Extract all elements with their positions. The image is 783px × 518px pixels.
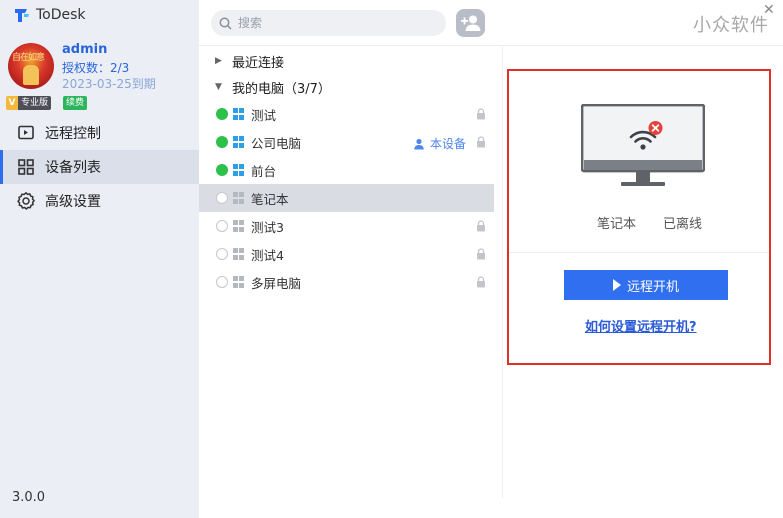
offline-status-icon (216, 276, 228, 288)
device-name: 测试4 (251, 247, 284, 263)
caret-right-icon: ▶ (215, 56, 222, 66)
column-divider (502, 47, 503, 498)
search-input[interactable] (238, 16, 438, 30)
device-tree: ▶ 最近连接 ▼ 我的电脑（3/7） 测试 公司电脑 本设备 前台 笔记本 测试… (199, 48, 502, 296)
watermark: 小众软件 (693, 15, 769, 36)
nav-label: 设备列表 (45, 160, 101, 176)
device-item[interactable]: 测试4 (199, 240, 502, 268)
windows-icon (233, 276, 245, 288)
lock-icon (477, 136, 485, 148)
detail-device-name: 笔记本 (597, 217, 637, 232)
device-name: 笔记本 (251, 191, 289, 207)
add-contact-button[interactable] (456, 9, 485, 37)
group-my-devices[interactable]: ▼ 我的电脑（3/7） (199, 74, 502, 100)
windows-icon (233, 164, 245, 176)
device-name: 测试 (251, 107, 277, 123)
nav-label: 高级设置 (45, 194, 101, 210)
close-icon[interactable]: ✕ (763, 2, 775, 18)
nav-menu: 远程控制 设备列表 高级设置 (0, 116, 199, 218)
detail-divider (509, 252, 769, 253)
device-item[interactable]: 多屏电脑 (199, 268, 502, 296)
nav-item-remote-control[interactable]: 远程控制 (0, 116, 199, 150)
person-icon (414, 138, 424, 149)
device-item[interactable]: 公司电脑 本设备 (199, 128, 502, 156)
avatar-figure (23, 65, 39, 85)
avatar[interactable]: 自在如意 (8, 43, 54, 89)
todesk-logo-icon (15, 9, 29, 22)
remote-wake-help-link[interactable]: 如何设置远程开机? (585, 316, 697, 335)
device-item[interactable]: 测试3 (199, 212, 502, 240)
app-title: ToDesk (14, 6, 86, 24)
app-name: ToDesk (36, 7, 86, 23)
device-name: 前台 (251, 163, 277, 179)
auth-count: 授权数：2/3 (62, 61, 130, 75)
device-detail-panel: 笔记本 已离线 远程开机 如何设置远程开机? (507, 69, 771, 365)
group-label: 最近连接 (232, 55, 285, 71)
lock-icon (477, 248, 485, 260)
vip-icon: V (6, 96, 18, 110)
offline-monitor-icon (581, 104, 705, 186)
pro-badge: V 专业版 (6, 96, 52, 110)
device-name: 公司电脑 (251, 135, 302, 151)
device-name: 多屏电脑 (251, 275, 302, 291)
expire-date: 2023-03-25到期 (62, 77, 156, 91)
windows-icon (233, 136, 245, 148)
lock-icon (477, 276, 485, 288)
search-icon (219, 17, 232, 30)
add-user-icon (460, 15, 480, 31)
windows-icon (233, 108, 245, 120)
device-item[interactable]: 测试 (199, 100, 502, 128)
nav-item-advanced-settings[interactable]: 高级设置 (0, 184, 199, 218)
pro-badge-label: 专业版 (18, 96, 52, 110)
online-status-icon (216, 164, 228, 176)
remote-wake-button[interactable]: 远程开机 (564, 270, 728, 300)
windows-icon (233, 220, 245, 232)
group-label: 我的电脑（3/7） (232, 81, 331, 97)
this-device-label: 本设备 (430, 137, 467, 151)
device-name: 测试3 (251, 219, 284, 235)
nav-item-device-list[interactable]: 设备列表 (0, 150, 199, 184)
version-label: 3.0.0 (12, 490, 46, 505)
grid-icon (16, 157, 36, 177)
offline-status-icon (216, 220, 228, 232)
caret-down-icon: ▼ (215, 82, 222, 92)
this-device-tag: 本设备 (413, 135, 466, 152)
device-item[interactable]: 前台 (199, 156, 502, 184)
sidebar: ToDesk 自在如意 admin 授权数：2/3 2023-03-25到期 V… (0, 0, 199, 518)
renew-button[interactable]: 续费 (63, 96, 88, 110)
windows-icon (233, 248, 245, 260)
remote-control-icon (16, 123, 36, 143)
lock-icon (477, 108, 485, 120)
online-status-icon (216, 108, 228, 120)
offline-status-icon (216, 192, 228, 204)
group-recent[interactable]: ▶ 最近连接 (199, 48, 502, 74)
avatar-lettering: 自在如意 (12, 53, 45, 63)
remote-wake-label: 远程开机 (626, 279, 679, 295)
detail-status: 已离线 (663, 217, 703, 232)
play-icon (612, 279, 621, 291)
device-item-selected[interactable]: 笔记本 (199, 184, 494, 212)
windows-icon (233, 192, 245, 204)
offline-status-icon (216, 248, 228, 260)
lock-icon (477, 220, 485, 232)
online-status-icon (216, 136, 228, 148)
nav-label: 远程控制 (45, 126, 101, 142)
search-box[interactable] (211, 10, 446, 36)
user-name[interactable]: admin (62, 42, 107, 57)
gear-icon (16, 191, 36, 211)
